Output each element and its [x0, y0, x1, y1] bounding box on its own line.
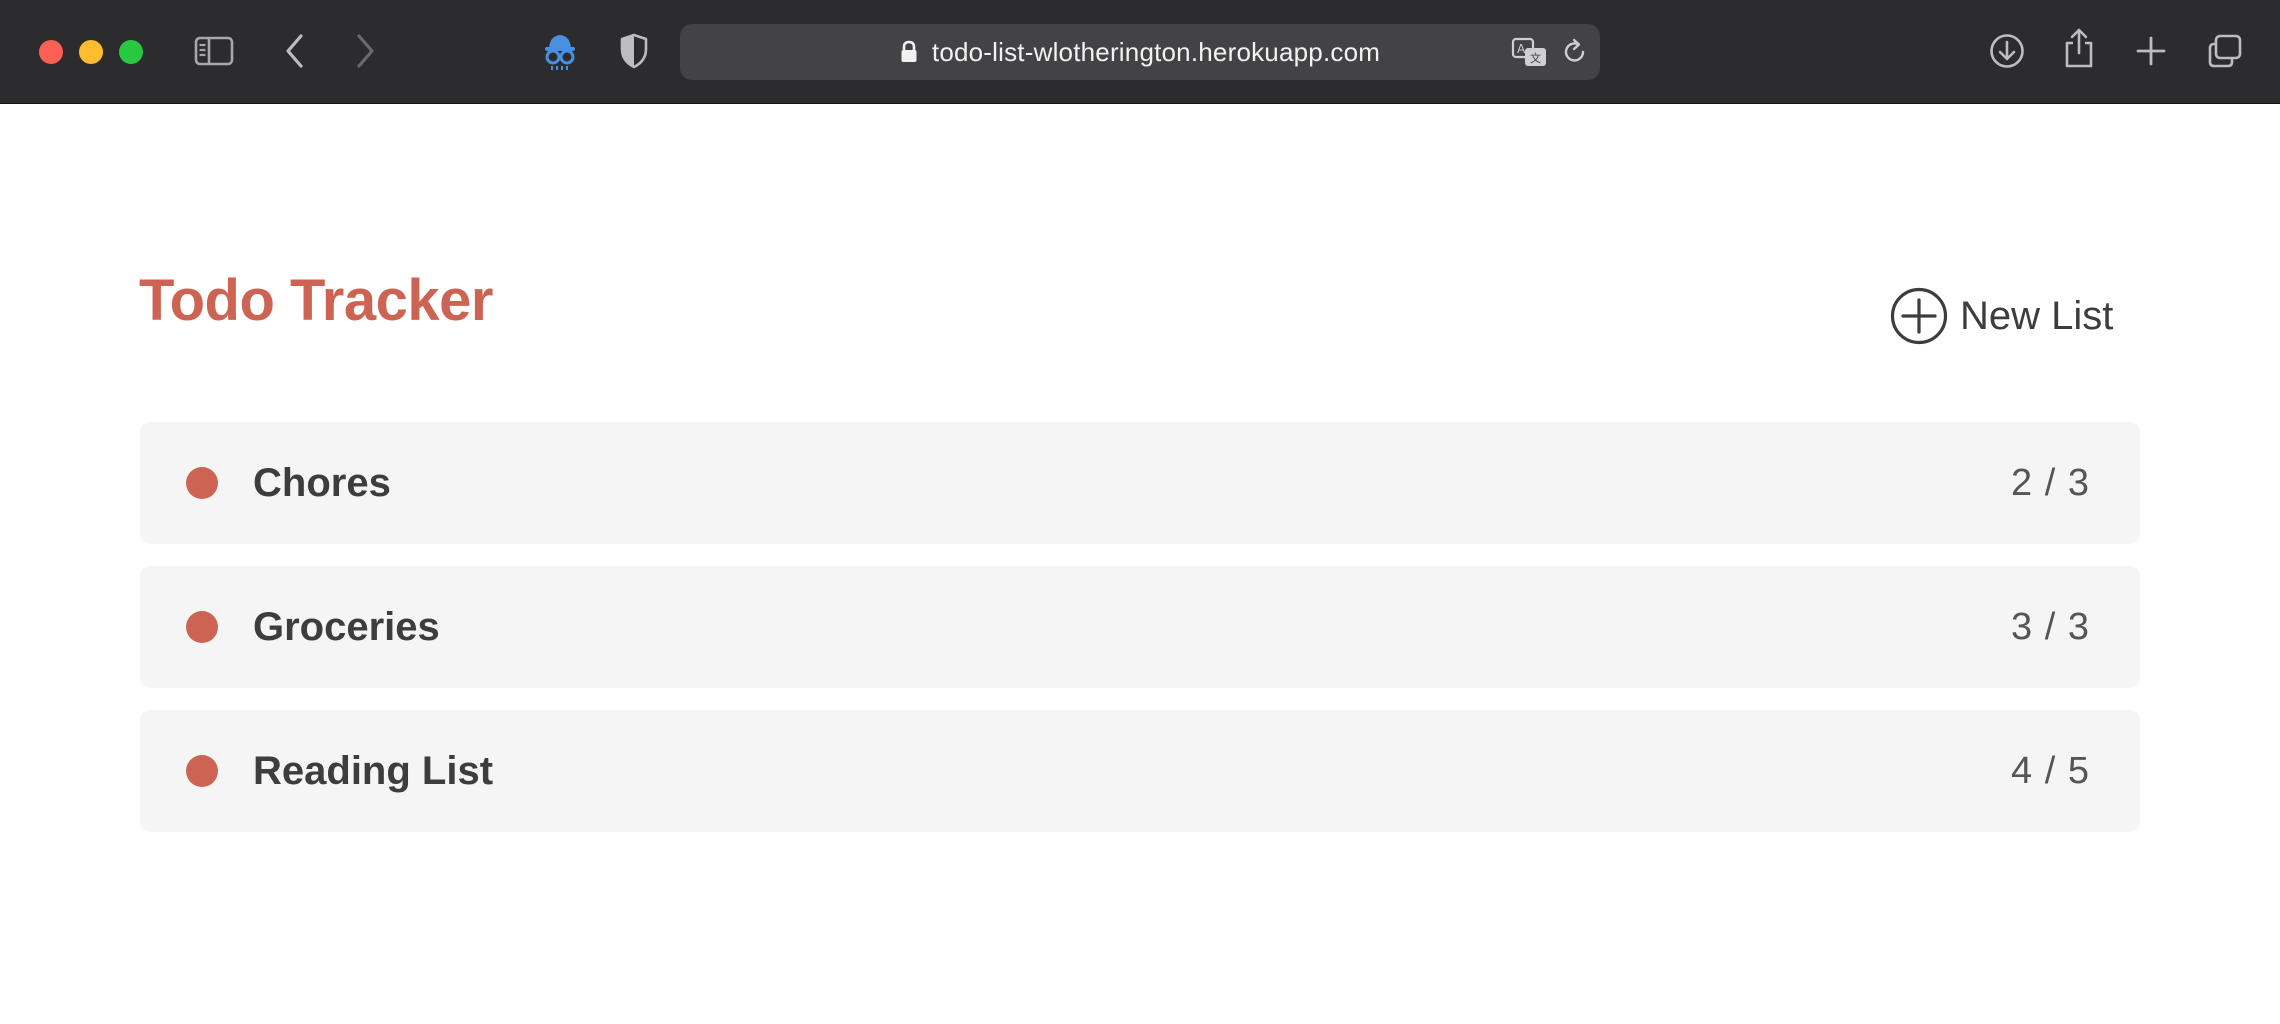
downloads-icon[interactable] — [1988, 32, 2026, 70]
status-dot-icon — [186, 467, 218, 499]
url-text: todo-list-wlotherington.herokuapp.com — [931, 36, 1381, 67]
status-dot-icon — [186, 611, 218, 643]
translate-icon[interactable]: A 文 — [1510, 36, 1550, 70]
reload-icon[interactable] — [1562, 38, 1588, 66]
new-list-button[interactable]: New List — [1890, 286, 2113, 346]
list-name: Chores — [253, 461, 391, 505]
browser-toolbar: todo-list-wlotherington.herokuapp.com A … — [0, 0, 2280, 104]
page-title: Todo Tracker — [139, 268, 493, 333]
completion-count: 2 / 3 — [2011, 462, 2090, 504]
close-window-button[interactable] — [39, 40, 63, 64]
list-item-chores[interactable]: Chores 2 / 3 — [140, 422, 2140, 544]
completion-count: 4 / 5 — [2011, 750, 2090, 792]
back-icon[interactable] — [282, 32, 308, 70]
extension-icon[interactable] — [540, 30, 580, 72]
tab-overview-icon[interactable] — [2206, 32, 2244, 70]
list-name: Reading List — [253, 749, 494, 793]
new-tab-icon[interactable] — [2134, 34, 2168, 68]
status-dot-icon — [186, 755, 218, 787]
address-bar[interactable]: todo-list-wlotherington.herokuapp.com A … — [680, 24, 1600, 80]
completion-count: 3 / 3 — [2011, 606, 2090, 648]
svg-text:文: 文 — [1530, 51, 1541, 65]
plus-circle-icon — [1890, 287, 1948, 345]
svg-text:A: A — [1517, 42, 1526, 56]
minimize-window-button[interactable] — [79, 40, 103, 64]
lock-icon — [900, 40, 918, 64]
sidebar-icon[interactable] — [194, 34, 234, 68]
list-item-reading-list[interactable]: Reading List 4 / 5 — [140, 710, 2140, 832]
todo-lists: Chores 2 / 3 Groceries 3 / 3 Reading Lis… — [140, 422, 2140, 854]
new-list-label: New List — [1960, 293, 2114, 338]
zoom-window-button[interactable] — [119, 40, 143, 64]
privacy-shield-icon[interactable] — [618, 32, 650, 70]
list-name: Groceries — [253, 605, 440, 649]
forward-icon[interactable] — [352, 32, 378, 70]
share-icon[interactable] — [2062, 26, 2096, 70]
list-item-groceries[interactable]: Groceries 3 / 3 — [140, 566, 2140, 688]
